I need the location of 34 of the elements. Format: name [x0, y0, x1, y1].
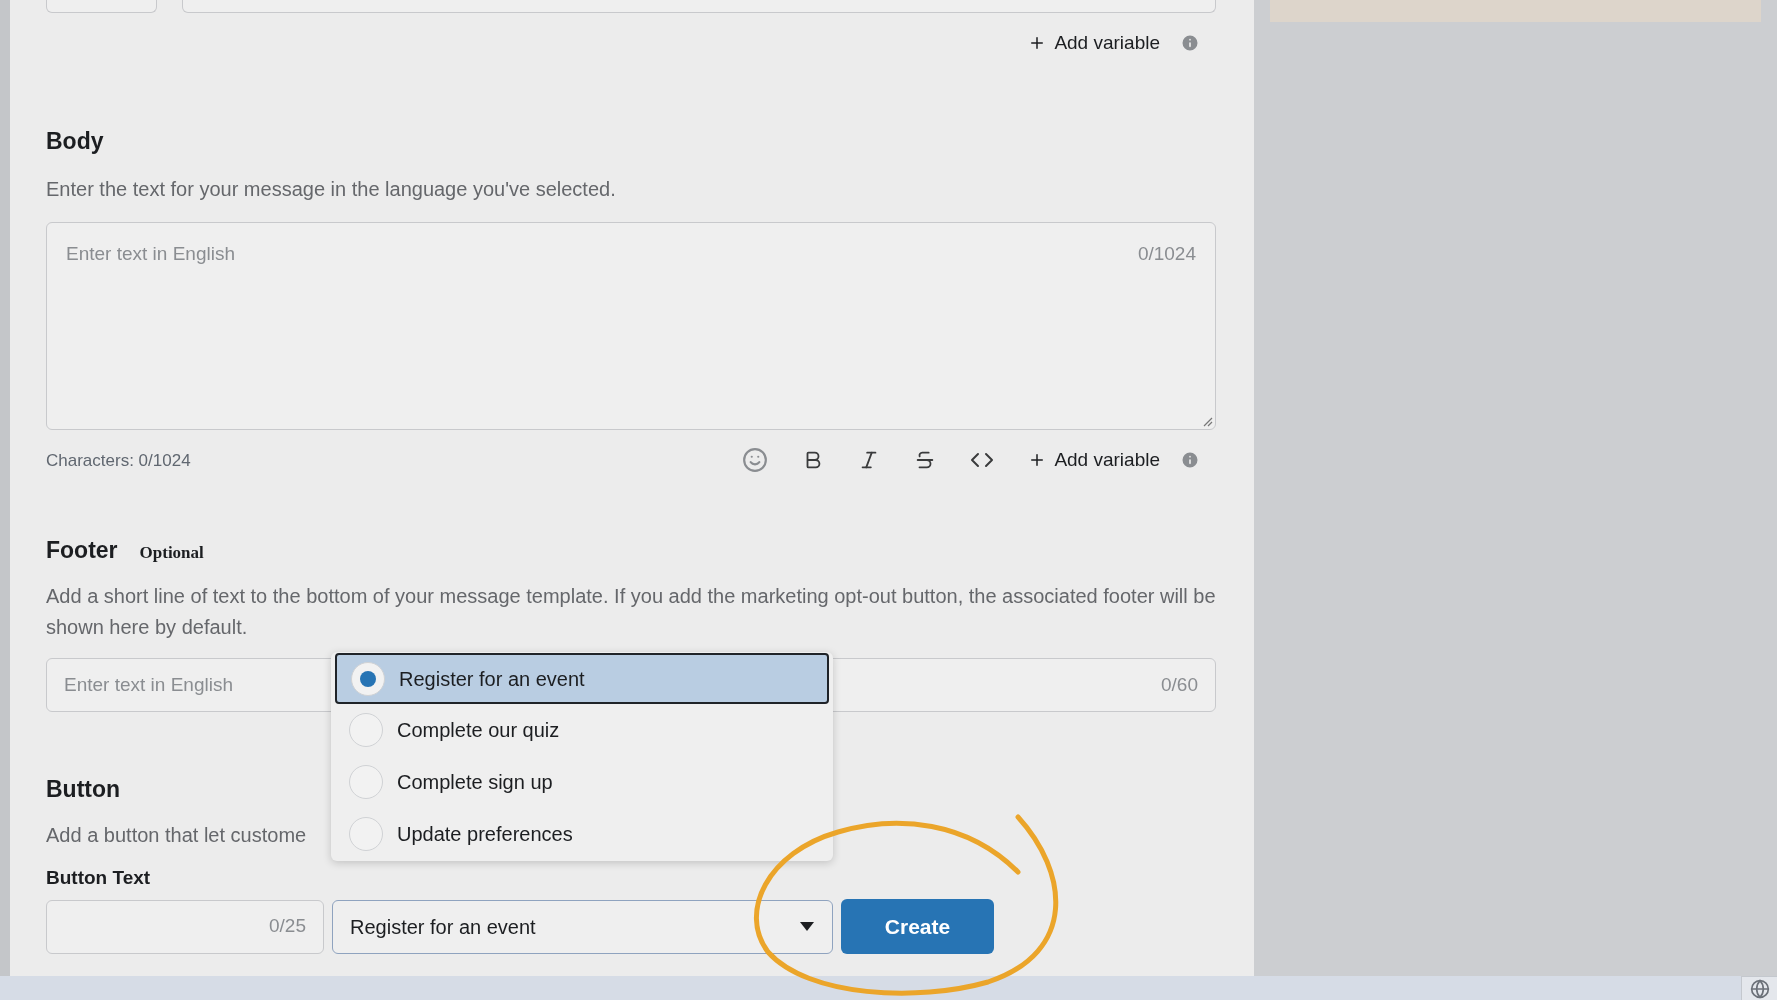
section-description: Enter the text for your message in the language you've selected. — [46, 177, 616, 202]
placeholder-text: Enter text in English — [64, 672, 233, 697]
character-counter: 0/25 — [269, 914, 306, 939]
radio-button[interactable] — [349, 817, 383, 851]
menu-option[interactable]: Complete sign up — [335, 756, 829, 808]
caret-icon — [800, 922, 814, 931]
menu-option[interactable]: Register for an event — [335, 653, 829, 704]
character-count: Characters: 0/1024 — [46, 449, 191, 472]
input-field[interactable] — [182, 0, 1216, 13]
section-description: Add a button that let custome — [46, 822, 307, 848]
add-variable-button[interactable]: Add variable — [1028, 29, 1160, 58]
radio-button[interactable] — [349, 713, 383, 747]
resize-handle-icon — [1201, 415, 1213, 427]
optional-label: Optional — [139, 541, 204, 564]
field-label: Button Text — [46, 865, 151, 890]
globe-icon[interactable] — [1749, 978, 1770, 999]
form-type-select[interactable]: Register for an event — [332, 899, 833, 954]
input-field[interactable] — [46, 0, 157, 13]
character-counter: 0/60 — [1161, 672, 1198, 697]
emoji-icon[interactable] — [742, 447, 769, 474]
create-button[interactable]: Create — [841, 899, 994, 954]
section-title: Footer — [46, 535, 118, 565]
section-description: Add a short line of text to the bottom of your message template. If you add the marketing opt-out button, the associated footer will be shown here by default. — [46, 584, 1216, 640]
radio-button[interactable] — [349, 765, 383, 799]
info-icon — [1180, 33, 1200, 54]
section-title: Body — [46, 126, 104, 156]
section-title: Button — [46, 775, 121, 804]
menu-option[interactable]: Complete our quiz — [335, 704, 829, 756]
placeholder-text: Enter text in English — [66, 242, 235, 266]
character-counter: 0/1024 — [1137, 242, 1196, 266]
info-icon — [1180, 450, 1200, 471]
add-variable-button[interactable]: Add variable — [1028, 446, 1160, 475]
radio-button[interactable] — [351, 661, 385, 696]
menu-option[interactable]: Update preferences — [335, 808, 829, 860]
